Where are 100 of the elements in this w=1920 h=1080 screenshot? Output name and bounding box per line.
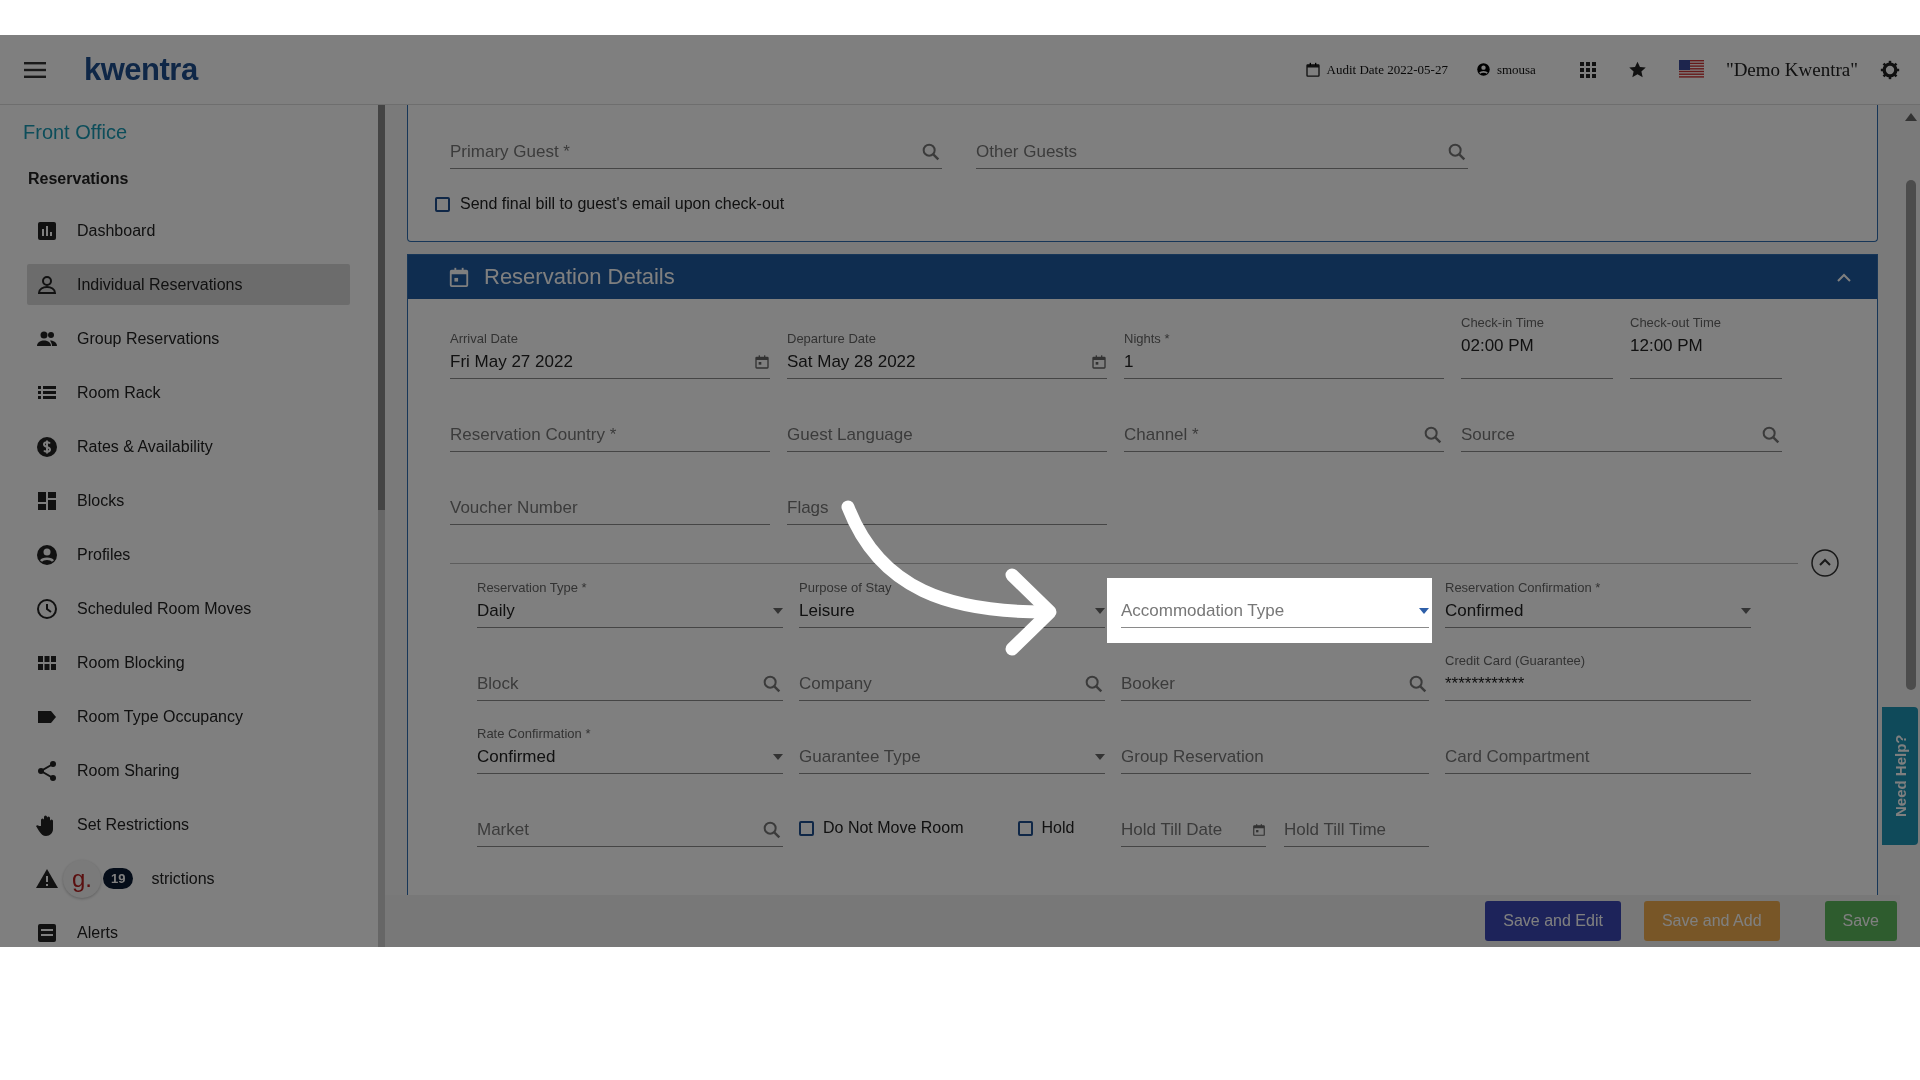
item-label: Individual Reservations [77, 275, 243, 294]
sidebar-item[interactable]: Room Rack [27, 372, 350, 413]
item-label: strictions [151, 869, 215, 888]
item-label: Room Type Occupancy [77, 707, 243, 726]
scroll-up-icon[interactable] [1905, 113, 1917, 121]
sidebar-item[interactable]: Dashboard [27, 210, 350, 251]
search-icon[interactable] [1083, 673, 1105, 695]
item-label: Scheduled Room Moves [77, 599, 252, 618]
settings-icon[interactable] [1880, 59, 1900, 80]
search-field[interactable]: Primary Guest * [450, 121, 942, 169]
dollar-icon [35, 434, 59, 459]
caret-icon[interactable] [1095, 754, 1105, 760]
text-field[interactable]: Hold Till Time [1284, 799, 1429, 847]
help-tab[interactable]: Need Help? [1882, 707, 1918, 845]
calendar-icon[interactable] [1252, 823, 1266, 837]
item-label: Alerts [77, 923, 118, 942]
search-icon[interactable] [761, 819, 783, 841]
calendar-icon [1304, 61, 1321, 78]
count-badge: 19 [103, 868, 134, 889]
search-icon[interactable] [1760, 424, 1782, 446]
checkbox[interactable]: Hold [1017, 819, 1075, 847]
date-field[interactable]: Departure Date Sat May 28 2022 [787, 331, 1107, 379]
dropdown-field[interactable]: Reservation Type * Daily [477, 580, 783, 628]
star-icon[interactable] [1627, 60, 1647, 79]
text-field[interactable]: Group Reservation [1121, 726, 1429, 774]
dropdown-field[interactable]: Rate Confirmation * Confirmed [477, 726, 783, 774]
search-field[interactable]: Channel * [1124, 404, 1444, 452]
sidebar-item[interactable]: Rates & Availability [27, 426, 350, 467]
save-edit-button[interactable]: Save and Edit [1485, 901, 1621, 941]
chevron-up-icon[interactable] [1837, 272, 1851, 282]
time-field[interactable]: Check-in Time 02:00 PM [1461, 313, 1613, 379]
item-label: Profiles [77, 545, 131, 564]
scrollbar-thumb[interactable] [378, 105, 385, 510]
caret-icon[interactable] [1419, 608, 1429, 614]
collapse-icon[interactable] [1810, 548, 1840, 578]
calendar-icon[interactable] [754, 354, 770, 370]
sidebar-item[interactable]: Room Blocking [27, 642, 350, 683]
calendar-icon[interactable] [1091, 354, 1107, 370]
section-title: Front Office [23, 121, 128, 144]
date-field[interactable]: Arrival Date Fri May 27 2022 [450, 331, 770, 379]
sidebar-item[interactable]: Room Type Occupancy [27, 696, 350, 737]
sidebar-item[interactable]: Scheduled Room Moves [27, 588, 350, 629]
checkbox[interactable]: Do Not Move Room [799, 819, 964, 847]
search-field[interactable]: Market [477, 799, 783, 847]
text-field[interactable]: Reservation Country * [450, 404, 770, 452]
item-label: Rates & Availability [77, 437, 213, 456]
flag-icon[interactable] [1678, 60, 1704, 79]
time-field[interactable]: Check-out Time 12:00 PM [1630, 313, 1782, 379]
dropdown-field[interactable]: Reservation Confirmation * Confirmed [1445, 580, 1751, 628]
widget-button[interactable]: g. [63, 859, 101, 898]
search-icon[interactable] [1446, 141, 1468, 163]
search-icon[interactable] [761, 673, 783, 695]
audit-date: Audit Date 2022-05-27 [1326, 61, 1448, 78]
search-field[interactable]: Booker [1121, 653, 1429, 701]
dropdown-field[interactable]: Accommodation Type [1121, 580, 1429, 628]
checkbox[interactable]: Send final bill to guest's email upon check-out [435, 195, 785, 213]
search-field[interactable]: Block [477, 653, 783, 701]
sidebar-item[interactable]: g. 19 strictions [27, 858, 350, 899]
text-field[interactable]: Nights * 1 [1124, 331, 1444, 379]
text-field[interactable]: Flags [787, 477, 1107, 525]
share-icon [35, 758, 59, 783]
property-name[interactable]: "Demo Kwentra" [1725, 58, 1858, 81]
item-label: Blocks [77, 491, 125, 510]
sidebar-item[interactable]: Alerts [27, 912, 350, 947]
sidebar-item[interactable]: Room Sharing [27, 750, 350, 791]
caret-icon[interactable] [773, 754, 783, 760]
text-field[interactable]: Guest Language [787, 404, 1107, 452]
search-field[interactable]: Other Guests [976, 121, 1468, 169]
apps-icon[interactable] [1579, 61, 1596, 78]
group-heading: Reservations [28, 170, 129, 188]
caret-icon[interactable] [1741, 608, 1751, 614]
item-label: Dashboard [77, 221, 156, 240]
text-field[interactable]: Voucher Number [450, 477, 770, 525]
text-field[interactable]: Credit Card (Guarantee) ************ [1445, 653, 1751, 701]
caret-icon[interactable] [773, 608, 783, 614]
item-label: Room Sharing [77, 761, 180, 780]
dropdown-field[interactable]: Purpose of Stay Leisure [799, 580, 1105, 628]
scrollbar-thumb[interactable] [1906, 180, 1916, 690]
dropdown-field[interactable]: Guarantee Type [799, 726, 1105, 774]
item-label: Room Rack [77, 383, 161, 402]
sidebar-item[interactable]: Group Reservations [27, 318, 350, 359]
panel-header[interactable]: Reservation Details [408, 255, 1877, 299]
caret-icon[interactable] [1095, 608, 1105, 614]
user-name[interactable]: smousa [1496, 61, 1536, 78]
search-icon[interactable] [920, 141, 942, 163]
item-label: Set Restrictions [77, 815, 190, 834]
sidebar-item[interactable]: Set Restrictions [27, 804, 350, 845]
search-icon[interactable] [1407, 673, 1429, 695]
search-field[interactable]: Source [1461, 404, 1782, 452]
menu-icon[interactable] [24, 61, 46, 78]
date-field[interactable]: Hold Till Date [1121, 799, 1266, 847]
sidebar-item[interactable]: Blocks [27, 480, 350, 521]
logo[interactable]: kwentra [84, 51, 198, 88]
account-icon [35, 542, 59, 567]
search-icon[interactable] [1422, 424, 1444, 446]
sidebar-item[interactable]: Individual Reservations [27, 264, 350, 305]
item-label: Group Reservations [77, 329, 220, 348]
text-field[interactable]: Card Compartment [1445, 726, 1751, 774]
sidebar-item[interactable]: Profiles [27, 534, 350, 575]
search-field[interactable]: Company [799, 653, 1105, 701]
